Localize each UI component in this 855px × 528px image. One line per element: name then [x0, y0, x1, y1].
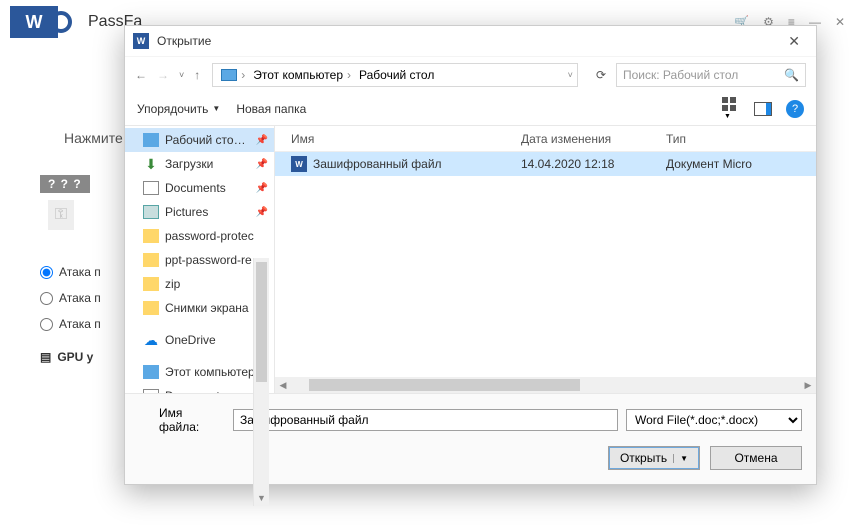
search-input[interactable]: Поиск: Рабочий стол 🔍	[616, 63, 806, 87]
search-icon: 🔍	[784, 68, 799, 82]
dialog-toolbar: Упорядочить▼ Новая папка ▼ ?	[125, 92, 816, 126]
sidebar-item-9[interactable]: Этот компьютер	[125, 360, 274, 384]
cancel-button[interactable]: Отмена	[710, 446, 802, 470]
sidebar-item-7[interactable]: Снимки экрана	[125, 296, 274, 320]
attack-radio-2[interactable]: Атака п	[40, 291, 101, 305]
nav-back-button[interactable]: ←	[135, 68, 147, 82]
sidebar-item-4[interactable]: password-protec	[125, 224, 274, 248]
sidebar-item-label: ppt-password-re	[165, 253, 252, 267]
breadcrumb-bar[interactable]: › Этот компьютер› Рабочий стол ˅	[212, 63, 578, 87]
sidebar-item-2[interactable]: Documents 📌	[125, 176, 274, 200]
sidebar-item-0[interactable]: Рабочий сто… 📌	[125, 128, 274, 152]
file-open-dialog: W Открытие ✕ ← → ˅ ↑ › Этот компьютер› Р…	[124, 25, 817, 485]
gpu-section: ▤GPU у	[40, 350, 93, 364]
pin-icon: 📌	[256, 183, 268, 194]
file-row[interactable]: WЗашифрованный файл14.04.2020 12:18Докум…	[275, 152, 816, 176]
attack-radio-3[interactable]: Атака п	[40, 317, 101, 331]
sidebar-item-3[interactable]: Pictures 📌	[125, 200, 274, 224]
sidebar-item-label: Снимки экрана	[165, 301, 249, 315]
sidebar-item-8[interactable]: ☁OneDrive	[125, 328, 274, 352]
dialog-titlebar: W Открытие ✕	[125, 26, 816, 56]
pin-icon: 📌	[256, 207, 268, 218]
new-folder-button[interactable]: Новая папка	[236, 102, 306, 116]
app-logo-icon: W	[10, 6, 58, 38]
dialog-close-button[interactable]: ✕	[780, 31, 808, 52]
preview-pane-button[interactable]	[754, 102, 772, 116]
col-modified[interactable]: Дата изменения	[521, 132, 666, 146]
sidebar-item-label: Documents	[165, 181, 226, 195]
attack-options: Атака п Атака п Атака п	[40, 265, 101, 331]
dialog-navbar: ← → ˅ ↑ › Этот компьютер› Рабочий стол ˅…	[125, 56, 816, 92]
col-name[interactable]: Имя	[291, 132, 521, 146]
pin-icon: 📌	[256, 135, 268, 146]
sidebar-item-5[interactable]: ppt-password-re	[125, 248, 274, 272]
horizontal-scrollbar[interactable]: ◀▶	[275, 377, 816, 393]
app-hint: Нажмите	[64, 130, 123, 146]
sidebar-item-6[interactable]: zip	[125, 272, 274, 296]
file-type-filter[interactable]: Word File(*.doc;*.docx)	[626, 409, 802, 431]
sidebar-item-label: Этот компьютер	[165, 365, 255, 379]
close-icon[interactable]: ✕	[835, 15, 845, 29]
sidebar-item-label: OneDrive	[165, 333, 216, 347]
breadcrumb-folder[interactable]: Рабочий стол	[359, 68, 434, 82]
filename-input[interactable]	[233, 409, 618, 431]
sidebar-item-label: password-protec	[165, 229, 254, 243]
refresh-button[interactable]: ⟳	[590, 68, 612, 82]
word-doc-icon: W	[291, 156, 307, 172]
sidebar-item-label: Рабочий сто…	[165, 133, 246, 147]
open-button[interactable]: Открыть ▼	[608, 446, 700, 470]
sidebar-item-label: zip	[165, 277, 180, 291]
dialog-title: Открытие	[157, 34, 211, 48]
search-placeholder: Поиск: Рабочий стол	[623, 68, 738, 82]
help-icon[interactable]: ?	[786, 100, 804, 118]
organize-menu[interactable]: Упорядочить▼	[137, 102, 220, 116]
sidebar-item-label: Pictures	[165, 205, 208, 219]
pin-icon: 📌	[256, 159, 268, 170]
nav-forward-button[interactable]: →	[157, 68, 169, 82]
dialog-footer: Имя файла: Word File(*.doc;*.docx) Откры…	[125, 393, 816, 484]
filename-label: Имя файла:	[139, 406, 225, 434]
sidebar-scrollbar[interactable]: ▲▼	[253, 258, 269, 506]
nav-up-button[interactable]: ↑	[194, 68, 200, 82]
mask-badge: ? ? ?	[40, 175, 90, 193]
column-headers[interactable]: Имя Дата изменения Тип	[275, 126, 816, 152]
sidebar-item-label: Загрузки	[165, 157, 213, 171]
nav-recent-dropdown[interactable]: ˅	[179, 70, 184, 80]
breadcrumb-root[interactable]: Этот компьютер	[253, 68, 343, 82]
col-type[interactable]: Тип	[666, 132, 816, 146]
attack-radio-1[interactable]: Атака п	[40, 265, 101, 279]
view-options-button[interactable]: ▼	[722, 97, 740, 120]
sidebar-item-1[interactable]: ⬇Загрузки📌	[125, 152, 274, 176]
key-icon: ⚿	[48, 200, 74, 230]
monitor-icon	[221, 69, 237, 81]
word-icon: W	[133, 33, 149, 49]
file-list: Имя Дата изменения Тип WЗашифрованный фа…	[275, 126, 816, 393]
sidebar-item-label: Documents	[165, 389, 226, 393]
sidebar-item-10[interactable]: Documents	[125, 384, 274, 393]
